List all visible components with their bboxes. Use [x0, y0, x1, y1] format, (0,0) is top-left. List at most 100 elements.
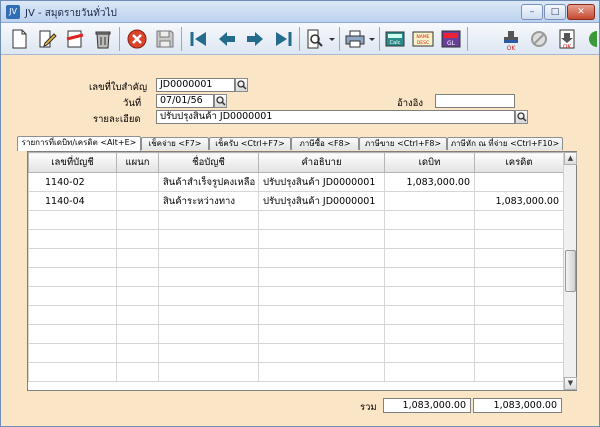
cell-account[interactable]	[28, 248, 117, 268]
cell-credit[interactable]	[474, 305, 564, 325]
cell-account[interactable]	[28, 324, 117, 344]
cell-account-name[interactable]: สินค้าสำเร็จรูปคงเหลือ	[158, 172, 259, 192]
column-header-account-name[interactable]: ชื่อบัญชี	[158, 152, 259, 173]
cell-dept[interactable]	[116, 343, 159, 363]
cell-dept[interactable]	[116, 324, 159, 344]
cell-debit[interactable]: 1,083,000.00	[384, 172, 475, 192]
empty-table-row[interactable]	[28, 229, 564, 249]
cell-account-name[interactable]	[158, 210, 259, 230]
cell-credit[interactable]	[474, 343, 564, 363]
cell-account-name[interactable]	[158, 267, 259, 287]
date-picker-button[interactable]	[214, 94, 227, 108]
disabled-tool-icon[interactable]	[527, 27, 551, 51]
chevron-down-icon[interactable]	[367, 27, 377, 51]
empty-table-row[interactable]	[28, 248, 564, 268]
column-header-dept[interactable]: แผนก	[116, 152, 159, 173]
close-red-icon[interactable]	[125, 27, 149, 51]
detail-field[interactable]: ปรับปรุงสินค้า JD0000001	[156, 110, 515, 124]
column-header-debit[interactable]: เดบิท	[384, 152, 475, 173]
cell-account-name[interactable]	[158, 305, 259, 325]
new-document-icon[interactable]	[7, 27, 31, 51]
cell-dept[interactable]	[116, 305, 159, 325]
name-desc-icon[interactable]: NAME DESC	[411, 27, 435, 51]
cell-account[interactable]	[28, 267, 117, 287]
cell-description[interactable]	[258, 248, 385, 268]
edit-icon[interactable]	[35, 27, 59, 51]
cell-account-name[interactable]	[158, 286, 259, 306]
cell-credit[interactable]	[474, 286, 564, 306]
delete-trash-icon[interactable]	[91, 27, 115, 51]
cell-credit[interactable]: 1,083,000.00	[474, 191, 564, 211]
tab-withholding-tax[interactable]: ภาษีหัก ณ ที่จ่าย <Ctrl+F10>	[447, 137, 563, 150]
cell-account[interactable]	[28, 305, 117, 325]
cell-dept[interactable]	[116, 191, 159, 211]
cell-description[interactable]: ปรับปรุงสินค้า JD0000001	[258, 172, 385, 192]
cell-account[interactable]	[28, 210, 117, 230]
close-window-button[interactable]: ✕	[567, 4, 595, 20]
save-disk-icon[interactable]	[153, 27, 177, 51]
doc-no-lookup-button[interactable]	[235, 78, 248, 92]
maximize-button[interactable]: □	[544, 4, 566, 20]
cell-credit[interactable]	[474, 267, 564, 287]
cell-debit[interactable]	[384, 267, 475, 287]
cell-description[interactable]	[258, 343, 385, 363]
more-toolbar-icon[interactable]	[585, 27, 597, 51]
tab-cheque-receive[interactable]: เช็ครับ <Ctrl+F7>	[209, 137, 291, 150]
cell-dept[interactable]	[116, 210, 159, 230]
cell-description[interactable]	[258, 362, 385, 382]
empty-table-row[interactable]	[28, 324, 564, 344]
cancel-document-icon[interactable]	[63, 27, 87, 51]
table-row[interactable]: 1140-04 สินค้าระหว่างทาง ปรับปรุงสินค้า …	[28, 191, 564, 211]
column-header-description[interactable]: คำอธิบาย	[258, 152, 385, 173]
cell-description[interactable]	[258, 305, 385, 325]
cell-credit[interactable]	[474, 324, 564, 344]
cell-credit[interactable]	[474, 229, 564, 249]
cell-description[interactable]	[258, 324, 385, 344]
scroll-thumb[interactable]	[565, 250, 576, 292]
cell-dept[interactable]	[116, 267, 159, 287]
cell-account[interactable]: 1140-02	[28, 172, 117, 192]
detail-lookup-button[interactable]	[515, 110, 528, 124]
calculator-icon[interactable]: Calc	[383, 27, 407, 51]
cell-account-name[interactable]	[158, 248, 259, 268]
cell-account[interactable]	[28, 362, 117, 382]
minimize-button[interactable]: –	[521, 4, 543, 20]
empty-table-row[interactable]	[28, 286, 564, 306]
cell-credit[interactable]	[474, 172, 564, 192]
cell-account-name[interactable]	[158, 324, 259, 344]
previous-record-icon[interactable]	[215, 27, 239, 51]
cell-account-name[interactable]	[158, 362, 259, 382]
tab-sales-tax[interactable]: ภาษีขาย <Ctrl+F8>	[359, 137, 447, 150]
chevron-down-icon[interactable]	[327, 27, 337, 51]
date-field[interactable]: 07/01/56	[156, 94, 214, 108]
column-header-credit[interactable]: เครดิต	[474, 152, 564, 173]
empty-table-row[interactable]	[28, 343, 564, 363]
cell-description[interactable]	[258, 229, 385, 249]
ref-field[interactable]	[435, 94, 515, 108]
cell-account-name[interactable]	[158, 229, 259, 249]
doc-no-field[interactable]: JD0000001	[156, 78, 235, 92]
cell-debit[interactable]	[384, 324, 475, 344]
cell-description[interactable]: ปรับปรุงสินค้า JD0000001	[258, 191, 385, 211]
cell-account[interactable]	[28, 343, 117, 363]
cell-dept[interactable]	[116, 286, 159, 306]
cell-description[interactable]	[258, 210, 385, 230]
tab-purchase-tax[interactable]: ภาษีซื้อ <F8>	[291, 137, 359, 150]
cell-debit[interactable]	[384, 248, 475, 268]
last-record-icon[interactable]	[271, 27, 295, 51]
table-row[interactable]: 1140-02 สินค้าสำเร็จรูปคงเหลือ ปรับปรุงส…	[28, 172, 564, 192]
first-record-icon[interactable]	[187, 27, 211, 51]
cell-debit[interactable]	[384, 210, 475, 230]
cell-description[interactable]	[258, 286, 385, 306]
cell-account-name[interactable]	[158, 343, 259, 363]
empty-table-row[interactable]	[28, 362, 564, 382]
cell-credit[interactable]	[474, 362, 564, 382]
cell-dept[interactable]	[116, 172, 159, 192]
cell-debit[interactable]	[384, 362, 475, 382]
next-record-icon[interactable]	[243, 27, 267, 51]
ok-stamp-icon[interactable]: OK	[499, 27, 523, 51]
gl-icon[interactable]: GL	[439, 27, 463, 51]
cell-account-name[interactable]: สินค้าระหว่างทาง	[158, 191, 259, 211]
cell-debit[interactable]	[384, 191, 475, 211]
cell-dept[interactable]	[116, 362, 159, 382]
